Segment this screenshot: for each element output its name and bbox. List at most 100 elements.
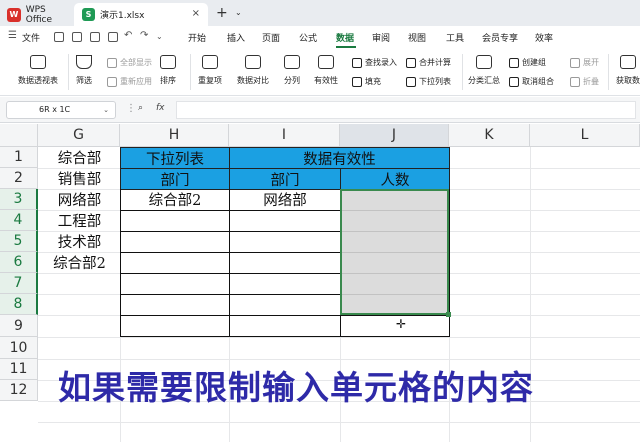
expand-button[interactable]: 展开	[570, 57, 599, 68]
cell-g2[interactable]: 销售部	[39, 168, 120, 189]
chevron-down-icon[interactable]: ⌄	[103, 106, 109, 114]
name-box[interactable]: 6R x 1C ⌄	[6, 101, 116, 119]
column-header-g[interactable]: G	[38, 124, 120, 147]
cell-h1-header[interactable]: 下拉列表	[120, 147, 230, 169]
collapse-button[interactable]: 折叠	[570, 76, 599, 87]
subtotal-button[interactable]: 分类汇总	[468, 55, 500, 86]
fill-button[interactable]: 填充	[352, 76, 381, 87]
row-header-7[interactable]: 7	[0, 273, 38, 294]
get-data-button[interactable]: 获取数	[616, 55, 640, 86]
ribbon-divider	[462, 54, 463, 90]
sort-icon	[160, 55, 176, 69]
new-tab-button[interactable]: +	[216, 6, 228, 20]
validity-button[interactable]: 有效性	[314, 55, 338, 86]
quick-menu-icon[interactable]: ⌄	[156, 32, 163, 41]
row-header-9[interactable]: 9	[0, 315, 38, 337]
select-all-corner[interactable]	[0, 124, 38, 147]
ribbon: 数据透视表 筛选 全部显示 重新应用 排序 重复项 数据对比 分列 有效性 查找…	[0, 48, 640, 96]
ribbon-divider	[190, 54, 191, 90]
cell-h3[interactable]: 综合部2	[121, 189, 229, 210]
cell-g6[interactable]: 综合部2	[39, 252, 120, 273]
save-icon[interactable]	[54, 32, 64, 42]
pivot-table-button[interactable]: 数据透视表	[18, 55, 58, 86]
cell-g4[interactable]: 工程部	[39, 210, 120, 231]
app-label: WPS Office	[25, 4, 53, 25]
new-tab-menu-icon[interactable]: ⌄	[235, 8, 242, 17]
cell-h2-header[interactable]: 部门	[120, 168, 230, 190]
duplicates-button[interactable]: 重复项	[198, 55, 222, 86]
cell-i2-header[interactable]: 部门	[229, 168, 341, 190]
row-header-1[interactable]: 1	[0, 147, 38, 168]
cell-g5[interactable]: 技术部	[39, 231, 120, 252]
ungroup-button[interactable]: 取消组合	[509, 76, 554, 87]
cell-g3[interactable]: 网络部	[39, 189, 120, 210]
formula-bar: 6R x 1C ⌄ ⋮ ⌕ fx	[0, 97, 640, 123]
menu-page[interactable]: 页面	[262, 31, 280, 44]
menu-data[interactable]: 数据	[336, 31, 354, 44]
menu-insert[interactable]: 插入	[227, 31, 245, 44]
consolidate-icon	[406, 57, 416, 68]
show-all-button[interactable]: 全部显示	[107, 57, 152, 68]
column-header-h[interactable]: H	[120, 124, 229, 147]
column-header-i[interactable]: I	[229, 124, 340, 147]
undo-icon[interactable]: ↶	[124, 30, 132, 41]
expand-icon	[570, 57, 580, 68]
wps-home-tab[interactable]: W WPS Office	[0, 3, 74, 26]
zoom-icon[interactable]: ⌕	[138, 103, 143, 113]
preview-icon[interactable]	[108, 32, 118, 42]
ungroup-icon	[509, 76, 519, 87]
menu-view[interactable]: 视图	[408, 31, 426, 44]
dropdown-list-button[interactable]: 下拉列表	[406, 76, 451, 87]
menu-formula[interactable]: 公式	[299, 31, 317, 44]
menu-member[interactable]: 会员专享	[482, 31, 518, 44]
export-icon[interactable]	[72, 32, 82, 42]
show-all-icon	[107, 57, 117, 68]
subtotal-icon	[476, 55, 492, 69]
filter-button[interactable]: 筛选	[76, 55, 92, 86]
close-tab-icon[interactable]: ×	[192, 8, 200, 19]
collapse-icon	[570, 76, 580, 87]
column-header-j[interactable]: J	[340, 124, 449, 147]
row-header-4[interactable]: 4	[0, 210, 38, 231]
fill-icon	[352, 76, 362, 87]
row-header-2[interactable]: 2	[0, 168, 38, 189]
menu-tools[interactable]: 工具	[446, 31, 464, 44]
formula-input[interactable]	[176, 101, 636, 119]
row-header-3[interactable]: 3	[0, 189, 38, 210]
split-column-button[interactable]: 分列	[284, 55, 300, 86]
file-tab[interactable]: S 演示1.xlsx ×	[74, 3, 208, 26]
reapply-button[interactable]: 重新应用	[107, 76, 152, 87]
cell-j2-header[interactable]: 人数	[340, 168, 450, 190]
sort-button[interactable]: 排序	[160, 55, 176, 86]
get-data-icon	[620, 55, 636, 69]
fx-button[interactable]: fx	[156, 103, 165, 113]
row-header-12[interactable]: 12	[0, 380, 38, 401]
selected-range-j3-j8[interactable]	[340, 189, 449, 315]
row-header-11[interactable]: 11	[0, 359, 38, 380]
row-header-5[interactable]: 5	[0, 231, 38, 252]
cell-g1[interactable]: 综合部	[39, 147, 120, 168]
print-icon[interactable]	[90, 32, 100, 42]
column-header-k[interactable]: K	[449, 124, 530, 147]
redo-icon[interactable]: ↷	[140, 30, 148, 41]
cell-i3[interactable]: 网络部	[230, 189, 340, 210]
consolidate-button[interactable]: 合并计算	[406, 57, 451, 68]
cell-i1-merged-header[interactable]: 数据有效性	[229, 147, 450, 169]
menu-review[interactable]: 审阅	[372, 31, 390, 44]
lookup-entry-icon	[352, 57, 362, 68]
create-group-button[interactable]: 创建组	[509, 57, 546, 68]
menu-efficiency[interactable]: 效率	[535, 31, 553, 44]
row-header-8[interactable]: 8	[0, 294, 38, 315]
menu-start[interactable]: 开始	[188, 31, 206, 44]
hamburger-icon[interactable]: ☰	[8, 30, 17, 41]
column-header-l[interactable]: L	[530, 124, 640, 147]
row-header-10[interactable]: 10	[0, 337, 38, 359]
fill-handle[interactable]	[446, 312, 451, 317]
create-group-icon	[509, 57, 519, 68]
ribbon-divider	[608, 54, 609, 90]
compare-button[interactable]: 数据对比	[237, 55, 269, 86]
row-header-6[interactable]: 6	[0, 252, 38, 273]
lookup-entry-button[interactable]: 查找录入	[352, 57, 397, 68]
menu-file[interactable]: 文件	[22, 31, 40, 44]
dropdown-list-icon	[406, 76, 416, 87]
